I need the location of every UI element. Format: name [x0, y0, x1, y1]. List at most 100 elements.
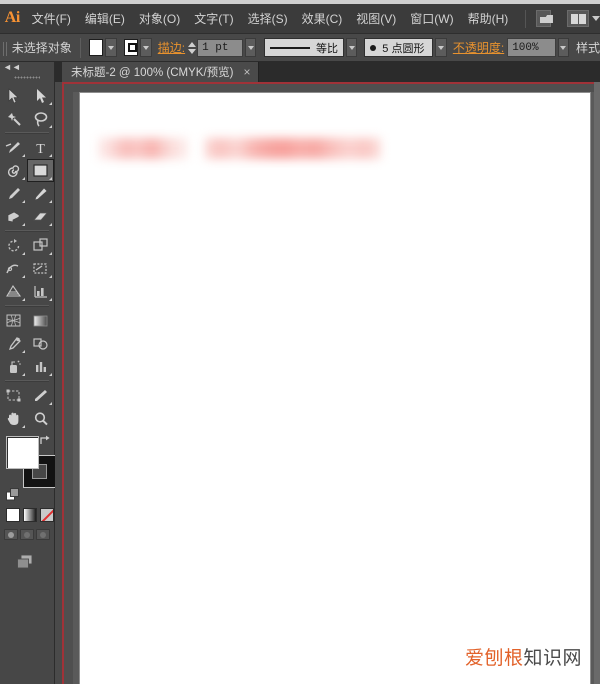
variable-width-profile-label: 等比 — [316, 40, 338, 56]
brush-definition-combo[interactable]: 5 点圆形 — [364, 38, 433, 57]
tool-flyout-indicator — [22, 373, 25, 376]
stroke-weight-dropdown[interactable] — [245, 38, 256, 57]
stroke-color-swatch[interactable] — [124, 39, 139, 56]
gradient-tool[interactable] — [27, 309, 54, 332]
control-bar-grip[interactable] — [1, 38, 9, 58]
stroke-weight-input[interactable]: 1 pt — [197, 39, 243, 57]
fill-swatch-dropdown[interactable] — [105, 38, 116, 57]
menu-window[interactable]: 窗口(W) — [403, 6, 460, 31]
pen-tool[interactable] — [0, 136, 27, 159]
type-tool[interactable]: T — [27, 136, 54, 159]
tool-flyout-indicator — [22, 275, 25, 278]
scale-icon — [33, 238, 49, 253]
menu-help[interactable]: 帮助(H) — [461, 6, 516, 31]
document-tab-bar: 未标题-2 @ 100% (CMYK/预览) × — [55, 62, 600, 82]
default-fill-stroke-icon[interactable] — [6, 488, 20, 502]
scale-tool[interactable] — [27, 234, 54, 257]
fill-color-swatch[interactable] — [89, 39, 104, 56]
arrange-documents-button[interactable] — [565, 10, 600, 27]
redacted-text-block-1 — [98, 138, 188, 159]
document-tab[interactable]: 未标题-2 @ 100% (CMYK/预览) × — [62, 62, 259, 82]
opacity-dropdown[interactable] — [558, 38, 569, 57]
opacity-input[interactable]: 100% — [507, 38, 555, 57]
spiral-tool[interactable] — [0, 159, 27, 182]
right-scroll-edge[interactable] — [594, 82, 600, 684]
pencil-tool[interactable] — [27, 182, 54, 205]
artboard[interactable] — [79, 92, 591, 684]
direct-selection-tool[interactable] — [27, 84, 54, 107]
gradient-mode-button[interactable] — [23, 508, 37, 522]
hand-tool[interactable] — [0, 407, 27, 430]
zoom-tool[interactable] — [27, 407, 54, 430]
mesh-tool[interactable] — [0, 309, 27, 332]
artboard-tool[interactable] — [0, 384, 27, 407]
type-T-icon: T — [34, 140, 47, 155]
document-tab-title: 未标题-2 @ 100% (CMYK/预览) — [71, 64, 233, 80]
watermark-gray-text: 知识网 — [523, 647, 582, 669]
draw-inside-button[interactable] — [36, 529, 50, 540]
variable-width-profile-dropdown[interactable] — [346, 38, 357, 57]
tool-flyout-indicator — [49, 200, 52, 203]
close-icon[interactable]: × — [243, 66, 250, 78]
direct-selection-arrow-icon — [35, 88, 47, 104]
chevron-down-icon — [143, 46, 149, 50]
fill-proxy-swatch[interactable] — [6, 436, 39, 469]
bar-chart-icon — [33, 284, 49, 299]
perspective-grid-icon — [5, 284, 22, 299]
rotate-tool[interactable] — [0, 234, 27, 257]
draw-behind-button[interactable] — [20, 529, 34, 540]
swap-fill-stroke-icon[interactable] — [39, 434, 52, 447]
symbol-sprayer-tool[interactable] — [0, 355, 27, 378]
rotate-icon — [6, 238, 22, 254]
blend-icon — [32, 336, 49, 351]
bridge-icon[interactable] — [536, 10, 551, 27]
magnifier-icon — [33, 411, 49, 427]
draw-normal-button[interactable] — [4, 529, 18, 540]
change-screen-mode-button[interactable] — [16, 554, 34, 570]
shape-builder-tool[interactable] — [27, 257, 54, 280]
stepper-up-icon — [188, 42, 196, 47]
menu-edit[interactable]: 编辑(E) — [78, 6, 132, 31]
color-mode-button[interactable] — [6, 508, 20, 522]
eraser-tool[interactable] — [27, 205, 54, 228]
paintbrush-tool[interactable] — [0, 182, 27, 205]
tool-flyout-indicator — [22, 200, 25, 203]
style-label[interactable]: 样式 — [576, 39, 600, 56]
blob-brush-tool[interactable] — [0, 205, 27, 228]
blend-tool[interactable] — [27, 332, 54, 355]
tool-grid-4 — [0, 309, 54, 378]
none-mode-button[interactable] — [40, 508, 54, 522]
menu-file[interactable]: 文件(F) — [25, 6, 78, 31]
rectangle-tool[interactable] — [27, 159, 54, 182]
spiral-icon — [5, 163, 22, 179]
tools-panel-header[interactable]: ◄◄ — [0, 62, 54, 73]
magic-wand-tool[interactable] — [0, 107, 27, 130]
tool-grid-5 — [0, 384, 54, 430]
menu-type[interactable]: 文字(T) — [187, 6, 240, 31]
variable-width-profile-combo[interactable]: 等比 — [264, 38, 344, 57]
graph-tool-2[interactable] — [27, 355, 54, 378]
brush-definition-dropdown[interactable] — [435, 38, 446, 57]
lasso-tool[interactable] — [27, 107, 54, 130]
watermark: 爱刨根知识网 — [465, 643, 582, 670]
eyedropper-tool[interactable] — [0, 332, 27, 355]
collapse-panel-icon[interactable]: ◄◄ — [3, 63, 21, 72]
menu-view[interactable]: 视图(V) — [349, 6, 403, 31]
perspective-grid-tool[interactable] — [0, 280, 27, 303]
width-icon — [5, 261, 22, 277]
stroke-weight-stepper[interactable] — [188, 42, 196, 54]
canvas-scroll-area[interactable] — [73, 92, 596, 684]
width-tool[interactable] — [0, 257, 27, 280]
opacity-label[interactable]: 不透明度: — [453, 39, 504, 56]
selection-tool[interactable] — [0, 84, 27, 107]
tool-divider-2 — [5, 230, 49, 232]
column-graph-tool[interactable] — [27, 280, 54, 303]
stroke-swatch-dropdown[interactable] — [140, 38, 151, 57]
slice-tool[interactable] — [27, 384, 54, 407]
tools-panel-grip[interactable] — [14, 73, 40, 82]
menu-object[interactable]: 对象(O) — [132, 6, 187, 31]
menu-select[interactable]: 选择(S) — [241, 6, 295, 31]
menu-effect[interactable]: 效果(C) — [295, 6, 350, 31]
app-logo: Ai — [0, 9, 25, 29]
stroke-weight-label[interactable]: 描边: — [158, 39, 185, 56]
